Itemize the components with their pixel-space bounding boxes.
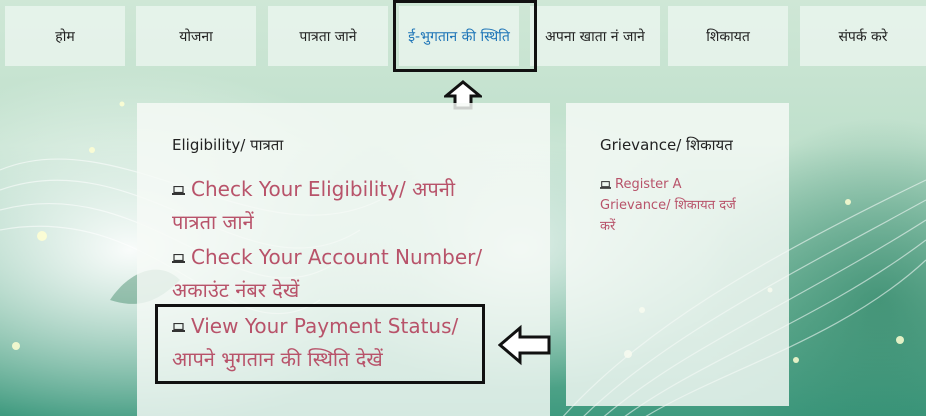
nav-item-payment-status[interactable]: ई-भुगतान की स्थिति bbox=[399, 6, 519, 66]
nav-item-scheme[interactable]: योजना bbox=[136, 6, 256, 66]
nav-item-contact[interactable]: संपर्क करे bbox=[800, 6, 926, 66]
register-grievance-line2: Grievance/ शिकायत दर्ज bbox=[600, 198, 736, 213]
laptop-icon bbox=[600, 180, 611, 189]
nav-item-account-number[interactable]: अपना खाता नं जाने bbox=[530, 6, 660, 66]
eligibility-panel-title: Eligibility/ पात्रता bbox=[172, 136, 284, 154]
view-payment-status-line2: आपने भुगतान की स्थिति देखें bbox=[172, 347, 383, 371]
nav-item-grievance[interactable]: शिकायत bbox=[668, 6, 788, 66]
check-eligibility-link[interactable]: Check Your Eligibility/ अपनी पात्रता जान… bbox=[172, 173, 455, 239]
laptop-icon bbox=[172, 186, 185, 195]
eligibility-panel: Eligibility/ पात्रता Check Your Eligibil… bbox=[137, 103, 550, 416]
check-eligibility-line1: Check Your Eligibility/ अपनी bbox=[191, 177, 455, 201]
arrow-left-icon bbox=[498, 324, 551, 366]
register-grievance-line3: करें bbox=[600, 219, 616, 234]
grievance-panel: Grievance/ शिकायत Register A Grievance/ … bbox=[566, 103, 789, 406]
view-payment-status-link[interactable]: View Your Payment Status/ आपने भुगतान की… bbox=[172, 310, 458, 376]
register-grievance-link[interactable]: Register A Grievance/ शिकायत दर्ज करें bbox=[600, 174, 736, 237]
check-account-number-line1: Check Your Account Number/ bbox=[191, 245, 483, 269]
nav-item-home[interactable]: होम bbox=[5, 6, 125, 66]
main-nav: होम योजना पात्रता जाने ई-भुगतान की स्थित… bbox=[0, 6, 926, 66]
laptop-icon bbox=[172, 323, 185, 332]
grievance-panel-title: Grievance/ शिकायत bbox=[600, 136, 733, 154]
check-account-number-link[interactable]: Check Your Account Number/ अकाउंट नंबर द… bbox=[172, 241, 482, 307]
register-grievance-line1: Register A bbox=[615, 177, 682, 192]
laptop-icon bbox=[172, 254, 185, 263]
check-account-number-line2: अकाउंट नंबर देखें bbox=[172, 278, 300, 302]
view-payment-status-line1: View Your Payment Status/ bbox=[191, 314, 459, 338]
nav-item-eligibility[interactable]: पात्रता जाने bbox=[268, 6, 388, 66]
check-eligibility-line2: पात्रता जानें bbox=[172, 210, 254, 234]
